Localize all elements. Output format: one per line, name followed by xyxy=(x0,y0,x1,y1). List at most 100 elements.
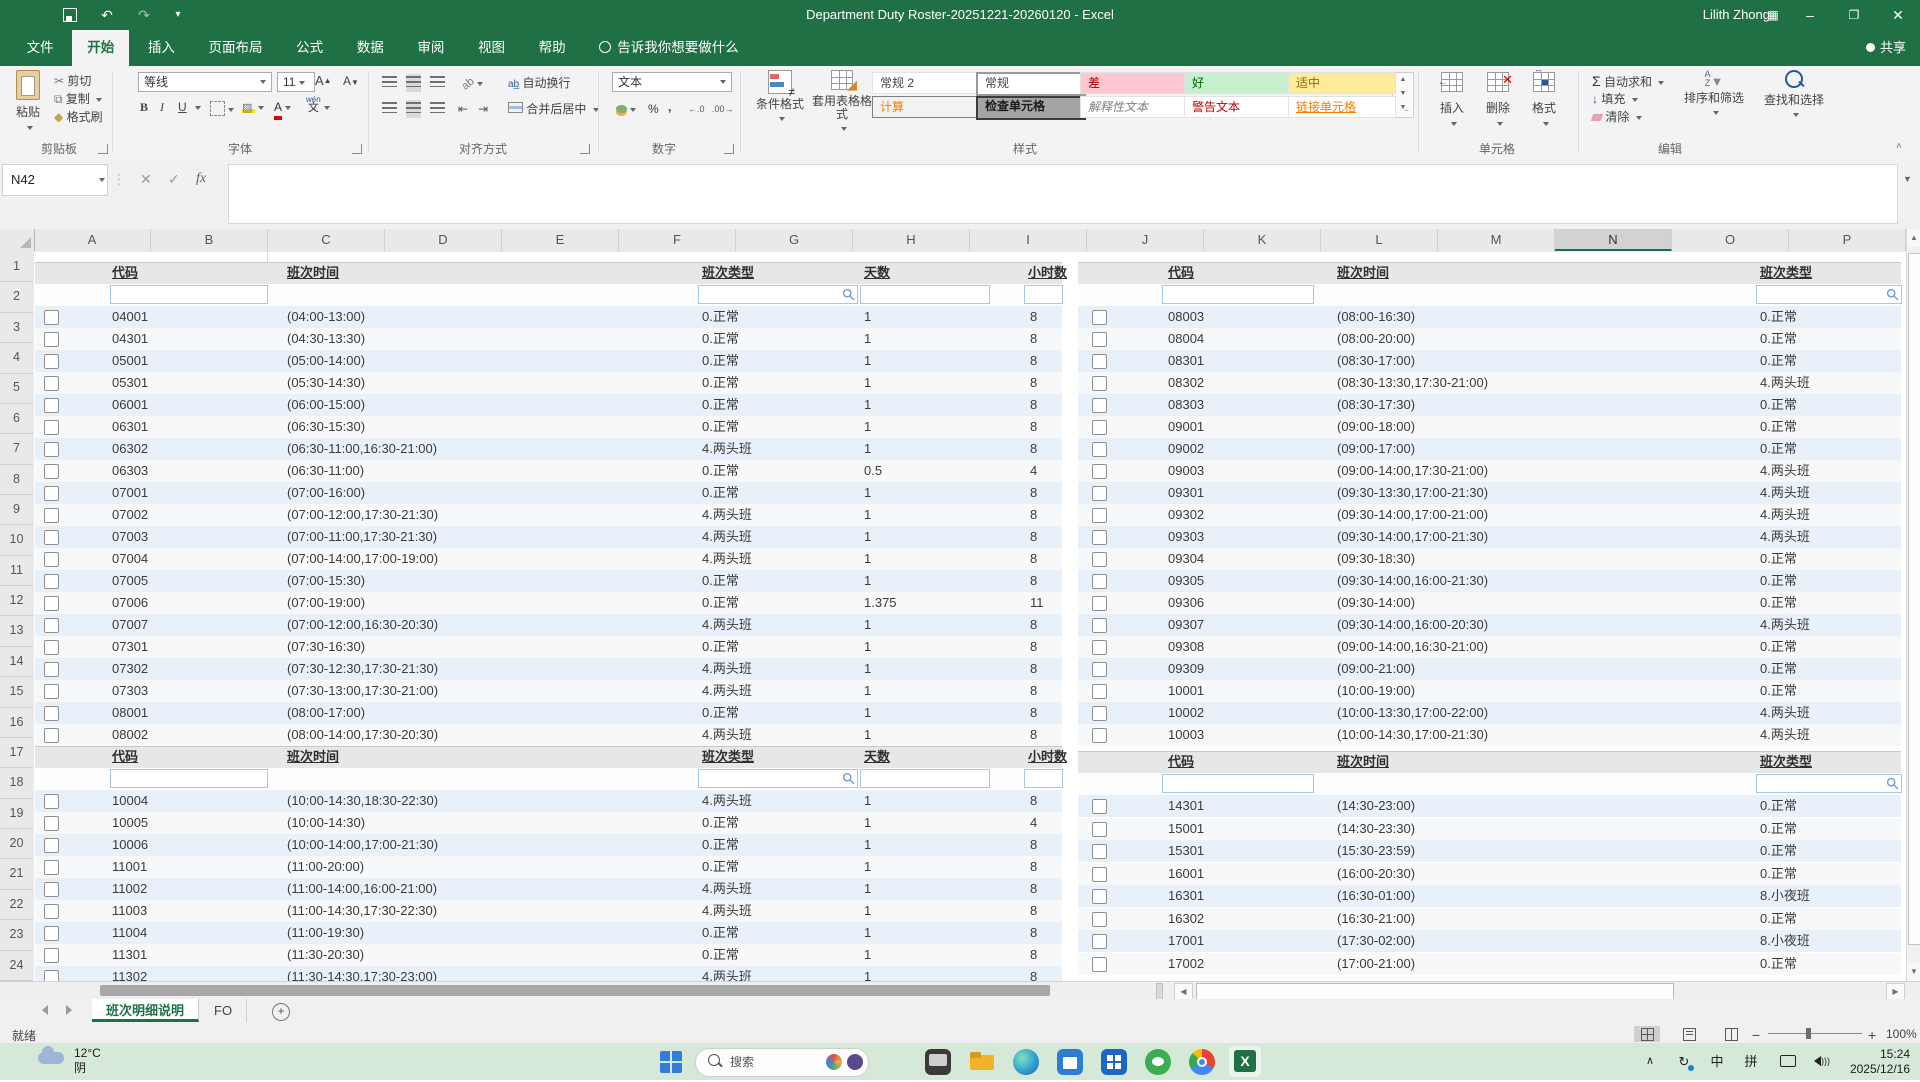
cell-style-normal[interactable]: 常规 xyxy=(976,72,1086,96)
row-checkbox[interactable] xyxy=(44,662,59,677)
share-button[interactable]: 共享 xyxy=(1866,30,1906,66)
row-checkbox[interactable] xyxy=(44,816,59,831)
zoom-in-icon[interactable]: + xyxy=(1868,1027,1876,1043)
sort-filter-button[interactable]: AZ▼ 排序和筛选 xyxy=(1678,70,1750,119)
row-header-18[interactable]: 18 xyxy=(0,768,33,798)
autosum-button[interactable]: Σ 自动求和 xyxy=(1592,72,1664,90)
column-header-B[interactable]: B xyxy=(151,229,268,251)
row-checkbox[interactable] xyxy=(1092,376,1107,391)
paste-button[interactable]: 粘贴 xyxy=(8,70,48,134)
sheet-hscroll-thumb[interactable] xyxy=(1196,983,1674,1000)
filter-input[interactable] xyxy=(1024,769,1063,788)
row-checkbox[interactable] xyxy=(1092,799,1107,814)
row-checkbox[interactable] xyxy=(1092,889,1107,904)
collapse-ribbon-icon[interactable]: ˄ xyxy=(1896,138,1902,156)
tab-file[interactable]: 文件 xyxy=(12,30,69,66)
row-checkbox[interactable] xyxy=(44,552,59,567)
ribbon-display-options-icon[interactable]: ▦ xyxy=(1758,0,1788,30)
increase-decimal-icon[interactable]: ←.0 xyxy=(688,100,705,118)
row-checkbox[interactable] xyxy=(44,794,59,809)
row-checkbox[interactable] xyxy=(1092,486,1107,501)
filter-input[interactable] xyxy=(1162,285,1314,304)
column-header-O[interactable]: O xyxy=(1672,229,1789,251)
taskbar-app-edge-icon[interactable] xyxy=(1013,1049,1039,1075)
taskbar-app-chrome-icon[interactable] xyxy=(1189,1049,1215,1075)
cell-style-expl[interactable]: 解释性文本 xyxy=(1080,96,1188,118)
scroll-left-icon[interactable]: ◀ xyxy=(1174,983,1193,1000)
row-checkbox[interactable] xyxy=(1092,844,1107,859)
row-checkbox[interactable] xyxy=(44,354,59,369)
sheet-tab-班次明细说明[interactable]: 班次明细说明 xyxy=(92,999,199,1022)
column-header-J[interactable]: J xyxy=(1087,229,1204,251)
row-checkbox[interactable] xyxy=(44,640,59,655)
align-top-icon[interactable] xyxy=(382,74,397,92)
taskbar-app-store-icon[interactable] xyxy=(1057,1049,1083,1075)
row-checkbox[interactable] xyxy=(44,926,59,941)
phonetic-guide-icon[interactable]: wén文 xyxy=(306,96,330,114)
qat-customize-icon[interactable]: ▾ xyxy=(168,0,188,30)
format-as-table-button[interactable]: ◢ 套用表格格式 xyxy=(812,70,872,135)
tab-formulas[interactable]: 公式 xyxy=(281,30,338,66)
horizontal-scrollbar[interactable]: ◀ ▶ xyxy=(0,981,1920,1000)
row-header-6[interactable]: 6 xyxy=(0,404,33,434)
tab-data[interactable]: 数据 xyxy=(342,30,399,66)
cell-style-normal2[interactable]: 常规 2 xyxy=(872,72,980,94)
format-painter-button[interactable]: ◆ 格式刷 xyxy=(54,108,103,126)
row-header-20[interactable]: 20 xyxy=(0,829,33,859)
column-header-H[interactable]: H xyxy=(853,229,970,251)
row-checkbox[interactable] xyxy=(44,508,59,523)
filter-input[interactable] xyxy=(110,769,268,788)
number-format-select[interactable]: 文本 xyxy=(612,72,732,92)
align-left-icon[interactable] xyxy=(382,100,397,118)
taskbar-app-excel-active[interactable]: X xyxy=(1229,1046,1261,1077)
close-button[interactable]: ✕ xyxy=(1876,0,1920,30)
row-header-21[interactable]: 21 xyxy=(0,859,33,889)
row-checkbox[interactable] xyxy=(44,728,59,743)
column-header-N[interactable]: N xyxy=(1555,229,1672,251)
taskbar-app-file-explorer-icon[interactable] xyxy=(969,1049,995,1075)
row-checkbox[interactable] xyxy=(44,904,59,919)
row-checkbox[interactable] xyxy=(1092,464,1107,479)
row-checkbox[interactable] xyxy=(44,618,59,633)
row-checkbox[interactable] xyxy=(44,332,59,347)
name-box[interactable]: N42 xyxy=(2,164,108,196)
zoom-slider[interactable] xyxy=(1768,1033,1862,1034)
row-checkbox[interactable] xyxy=(1092,728,1107,743)
row-header-2[interactable]: 2 xyxy=(0,282,33,312)
delete-cells-button[interactable]: ✕ 删除 xyxy=(1478,72,1518,130)
conditional-formatting-button[interactable]: ≠ 条件格式 xyxy=(752,70,808,125)
row-checkbox[interactable] xyxy=(44,376,59,391)
copy-button[interactable]: ⧉ 复制 xyxy=(54,90,102,108)
tab-help[interactable]: 帮助 xyxy=(524,30,581,66)
tab-home[interactable]: 开始 xyxy=(72,30,129,66)
borders-icon[interactable] xyxy=(210,98,234,116)
minimize-button[interactable]: – xyxy=(1788,0,1832,30)
row-checkbox[interactable] xyxy=(44,970,59,981)
filter-input[interactable] xyxy=(1756,285,1902,304)
row-checkbox[interactable] xyxy=(1092,552,1107,567)
zoom-slider-thumb[interactable] xyxy=(1806,1028,1811,1039)
cell-style-good[interactable]: 好 xyxy=(1184,72,1292,94)
font-size-select[interactable]: 11 xyxy=(277,72,315,92)
increase-font-icon[interactable]: A▲ xyxy=(315,72,332,90)
insert-cells-button[interactable]: ← 插入 xyxy=(1432,72,1472,130)
row-header-9[interactable]: 9 xyxy=(0,495,33,525)
cell-style-check[interactable]: 检查单元格 xyxy=(976,96,1086,120)
row-header-8[interactable]: 8 xyxy=(0,465,33,495)
weather-widget[interactable]: 12°C阴 xyxy=(74,1046,101,1076)
taskbar-app-blue-icon[interactable] xyxy=(1101,1049,1127,1075)
taskbar-app-green-icon[interactable] xyxy=(1145,1049,1171,1075)
find-select-button[interactable]: 查找和选择 xyxy=(1756,70,1832,121)
row-header-23[interactable]: 23 xyxy=(0,920,33,950)
bold-button[interactable]: B xyxy=(140,98,148,116)
row-checkbox[interactable] xyxy=(44,948,59,963)
row-checkbox[interactable] xyxy=(1092,596,1107,611)
cell-style-link[interactable]: 链接单元格 xyxy=(1288,96,1396,118)
row-header-19[interactable]: 19 xyxy=(0,799,33,829)
decrease-font-icon[interactable]: A▼ xyxy=(343,72,359,90)
row-checkbox[interactable] xyxy=(1092,662,1107,677)
comma-style-icon[interactable]: , xyxy=(668,98,671,116)
sheet-nav-left-icon[interactable] xyxy=(42,1005,48,1015)
row-checkbox[interactable] xyxy=(1092,442,1107,457)
vertical-scroll-thumb[interactable] xyxy=(1908,253,1920,945)
